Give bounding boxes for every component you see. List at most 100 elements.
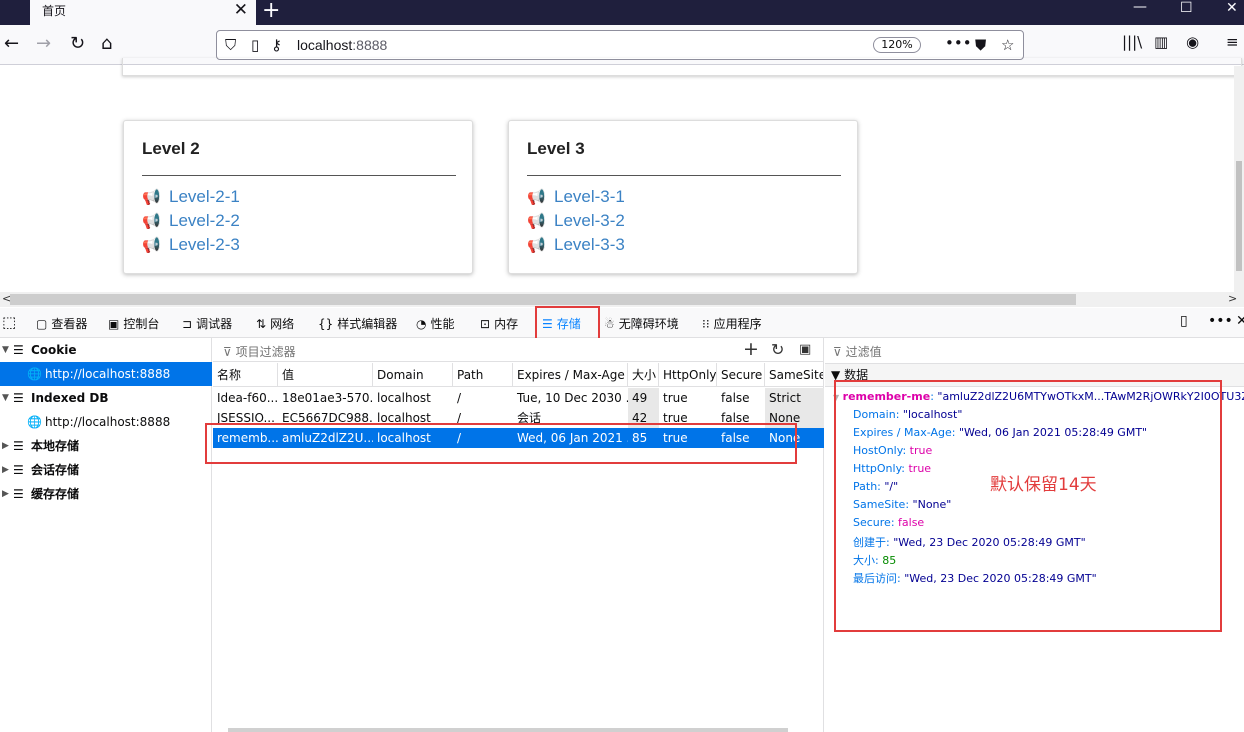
link-level-3-2[interactable]: 📢 Level-3-2: [527, 211, 625, 231]
tree-cache-storage[interactable]: ▶ ☰ 缓存存储: [0, 482, 212, 506]
tab-memory[interactable]: ⊡ 内存: [480, 315, 518, 332]
tab-inspector[interactable]: ▢ 查看器: [36, 315, 87, 332]
table-row[interactable]: Idea-f60... 18e01ae3-570... localhost / Tue,…: [213, 388, 824, 408]
column-header[interactable]: HttpOnly: [659, 363, 717, 387]
new-tab-icon[interactable]: +: [262, 0, 280, 23]
item-filter-bar: ⊽ 项目过滤器 + ↻ ▣: [213, 338, 824, 362]
shield-icon[interactable]: ⛉: [225, 36, 236, 54]
tree-cookie-host[interactable]: 🌐 http://localhost:8888: [0, 362, 212, 386]
refresh-icon[interactable]: ↻: [771, 340, 784, 359]
more-actions-icon[interactable]: •••: [945, 34, 972, 52]
scrollbar-thumb[interactable]: [10, 294, 1076, 305]
table-cell[interactable]: 18e01ae3-570...: [278, 388, 373, 408]
tab-accessibility[interactable]: ☃ 无障碍环境: [604, 315, 679, 332]
page-horizontal-scrollbar[interactable]: < >: [0, 292, 1244, 307]
url-text[interactable]: localhost:8888: [297, 37, 387, 53]
cookie-table-area: ⊽ 项目过滤器 + ↻ ▣ 名称值 Domain Path Expires / Max…: [213, 338, 824, 732]
column-header[interactable]: Domain: [373, 363, 453, 387]
forward-icon[interactable]: →: [36, 33, 51, 54]
column-header[interactable]: Secure: [717, 363, 765, 387]
link-level-3-1[interactable]: 📢 Level-3-1: [527, 187, 625, 207]
tab-strip: 首页 ✕ + — ☐ ✕: [0, 0, 1244, 25]
library-icon[interactable]: |||\: [1122, 33, 1142, 51]
account-icon[interactable]: ◉: [1186, 33, 1199, 51]
expand-down-icon[interactable]: ▼: [2, 386, 9, 410]
menu-icon[interactable]: ≡: [1226, 33, 1239, 51]
megaphone-icon: 📢: [527, 213, 546, 230]
table-cell[interactable]: false: [717, 388, 765, 408]
expand-right-icon[interactable]: ▶: [2, 482, 9, 506]
tree-session-storage[interactable]: ▶ ☰ 会话存储: [0, 458, 212, 482]
item-filter-input[interactable]: ⊽ 项目过滤器: [223, 343, 296, 360]
inspector-icon: ▢: [36, 317, 48, 331]
table-cell[interactable]: Tue, 10 Dec 2030 ...: [513, 388, 628, 408]
storage-sidebar: ▼ ☰ Cookie 🌐 http://localhost:8888 ▼ ☰ I…: [0, 338, 212, 732]
reload-icon[interactable]: ↻: [70, 33, 85, 54]
card-title: Level 3: [527, 139, 585, 158]
column-header[interactable]: 大小: [628, 363, 659, 387]
tab-performance[interactable]: ◔ 性能: [416, 315, 455, 332]
expand-down-icon[interactable]: ▼: [2, 338, 9, 362]
scroll-right-icon[interactable]: >: [1228, 292, 1237, 305]
value-filter-input[interactable]: ⊽ 过滤值: [833, 343, 882, 360]
column-header[interactable]: Expires / Max-Age: [513, 363, 628, 387]
table-cell[interactable]: /: [453, 388, 513, 408]
expand-right-icon[interactable]: ▶: [2, 458, 9, 482]
tree-indexeddb-host[interactable]: 🌐 http://localhost:8888: [0, 410, 212, 434]
tab-network[interactable]: ⇅ 网络: [256, 315, 294, 332]
maximize-icon[interactable]: ☐: [1180, 0, 1193, 16]
card-level-2: Level 2 📢 Level-2-1 📢 Level-2-2 📢 Level-2-3: [123, 120, 473, 274]
home-icon[interactable]: ⌂: [101, 33, 112, 54]
column-header[interactable]: 名称: [213, 363, 278, 387]
back-icon[interactable]: ←: [4, 33, 19, 54]
tree-cookie[interactable]: ▼ ☰ Cookie: [0, 338, 212, 362]
key-icon[interactable]: ⚷: [271, 36, 282, 54]
table-horizontal-scrollbar[interactable]: [228, 728, 788, 732]
tab-close-icon[interactable]: ✕: [234, 0, 248, 20]
toggle-sidebar-icon[interactable]: ▣: [799, 342, 811, 357]
minimize-icon[interactable]: —: [1133, 0, 1147, 15]
column-header[interactable]: Path: [453, 363, 513, 387]
scrollbar-thumb[interactable]: [1236, 161, 1242, 271]
tab-application[interactable]: ⁝⁝ 应用程序: [702, 315, 762, 332]
bookmark-star-icon[interactable]: ☆: [1001, 36, 1014, 54]
grid-icon: ⁝⁝: [702, 317, 710, 331]
link-level-2-3[interactable]: 📢 Level-2-3: [142, 235, 240, 255]
top-card: [122, 58, 1242, 76]
tree-local-storage[interactable]: ▶ ☰ 本地存储: [0, 434, 212, 458]
sidebar-icon[interactable]: ▥: [1154, 33, 1168, 51]
storage-icon: ☰: [13, 391, 24, 405]
zoom-level[interactable]: 120%: [873, 37, 921, 53]
tab-style-editor[interactable]: {} 样式编辑器: [318, 315, 397, 332]
debugger-icon: ⊐: [182, 317, 193, 331]
storage-icon: ☰: [13, 439, 24, 453]
page-vertical-scrollbar[interactable]: [1234, 66, 1244, 294]
element-picker-icon[interactable]: ⬚: [2, 313, 16, 331]
add-item-icon[interactable]: +: [743, 338, 759, 360]
table-cell[interactable]: Idea-f60...: [213, 388, 278, 408]
column-header[interactable]: SameSite: [765, 363, 824, 387]
dock-icon[interactable]: ▯: [1180, 313, 1188, 329]
link-level-2-1[interactable]: 📢 Level-2-1: [142, 187, 240, 207]
table-cell[interactable]: localhost: [373, 388, 453, 408]
link-level-3-3[interactable]: 📢 Level-3-3: [527, 235, 625, 255]
browser-tab[interactable]: 首页 ✕: [30, 0, 256, 25]
table-cell[interactable]: Strict: [765, 388, 824, 408]
column-header[interactable]: 值: [278, 363, 373, 387]
table-cell[interactable]: true: [659, 388, 717, 408]
devtools-close-icon[interactable]: ✕: [1236, 313, 1244, 329]
table-cell[interactable]: 49: [628, 388, 659, 408]
braces-icon: {}: [318, 317, 334, 331]
card-title: Level 2: [142, 139, 200, 158]
expand-right-icon[interactable]: ▶: [2, 434, 9, 458]
card-divider: [527, 175, 841, 176]
tree-indexeddb[interactable]: ▼ ☰ Indexed DB: [0, 386, 212, 410]
link-level-2-2[interactable]: 📢 Level-2-2: [142, 211, 240, 231]
url-bar[interactable]: ⛉ ▯ ⚷ localhost:8888 120% ••• ⛊ ☆: [216, 30, 1024, 60]
tab-console[interactable]: ▣ 控制台: [108, 315, 159, 332]
close-window-icon[interactable]: ✕: [1226, 0, 1238, 16]
tab-debugger[interactable]: ⊐ 调试器: [182, 315, 232, 332]
pocket-icon[interactable]: ⛊: [975, 36, 986, 54]
page-icon[interactable]: ▯: [251, 36, 259, 54]
devtools-menu-icon[interactable]: •••: [1208, 313, 1233, 329]
